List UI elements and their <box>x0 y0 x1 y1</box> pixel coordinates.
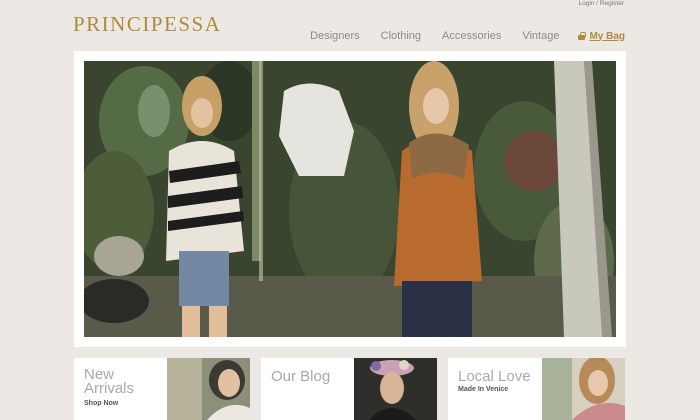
nav-designers[interactable]: Designers <box>310 29 360 43</box>
hero-banner[interactable] <box>74 51 626 347</box>
lock-bag-icon <box>578 32 586 40</box>
main-nav: Designers Clothing Accessories Vintage M… <box>310 29 625 43</box>
our-blog-card[interactable]: Our Blog <box>261 358 437 420</box>
hero-illustration <box>84 61 616 337</box>
shop-now-link[interactable]: Shop Now <box>84 400 118 407</box>
local-love-title: Local Love <box>458 368 531 385</box>
our-blog-photo <box>354 358 437 420</box>
local-love-photo <box>542 358 625 420</box>
new-arrivals-photo <box>167 358 250 420</box>
nav-clothing[interactable]: Clothing <box>381 29 421 43</box>
login-register-link[interactable]: Login / Register <box>578 0 624 7</box>
my-bag-label: My Bag <box>589 30 625 42</box>
new-arrivals-card[interactable]: New Arrivals Shop Now <box>74 358 250 420</box>
my-bag-link[interactable]: My Bag <box>578 31 625 42</box>
our-blog-title: Our Blog <box>271 368 331 385</box>
made-in-venice-link[interactable]: Made In Venice <box>458 386 508 393</box>
nav-accessories[interactable]: Accessories <box>442 29 501 43</box>
local-love-card[interactable]: Local Love Made In Venice <box>448 358 625 420</box>
hero-photo <box>84 61 616 337</box>
site-logo[interactable]: PRINCIPESSA <box>73 12 221 37</box>
nav-vintage[interactable]: Vintage <box>522 29 559 43</box>
new-arrivals-title: New Arrivals <box>84 366 135 397</box>
